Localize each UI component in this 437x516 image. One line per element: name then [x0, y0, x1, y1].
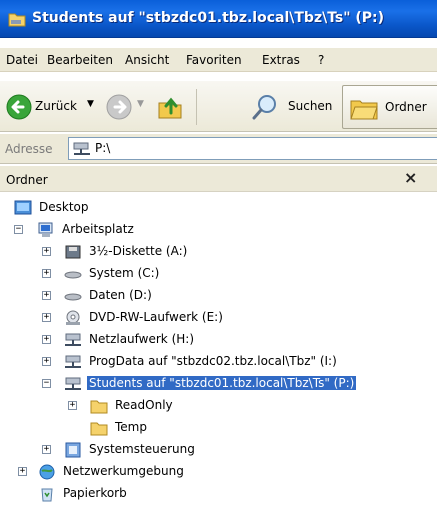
up-folder-icon[interactable]	[156, 91, 184, 123]
forward-arrow-icon[interactable]	[106, 91, 132, 123]
window-title: Students auf "stbzdc01.tbz.local\Tbz\Ts"…	[32, 10, 385, 26]
expand-toggle[interactable]: +	[42, 313, 51, 322]
menu-ansicht[interactable]: Ansicht	[125, 53, 169, 67]
dvd-drive-icon	[66, 310, 80, 325]
address-value: P:\	[95, 141, 111, 155]
network-places-icon	[39, 464, 55, 480]
network-drive-icon	[65, 377, 81, 390]
hard-drive-icon	[64, 293, 82, 301]
address-bar: Adresse P:\	[0, 134, 437, 164]
collapse-toggle[interactable]: −	[42, 379, 51, 388]
tree-item-netzwerkumgebung[interactable]: + Netzwerkumgebung	[0, 461, 250, 483]
menu-favoriten[interactable]: Favoriten	[186, 53, 242, 67]
folder-icon	[90, 400, 108, 414]
menu-help[interactable]: ?	[318, 53, 324, 67]
network-drive-icon	[65, 355, 81, 368]
desktop-icon	[14, 200, 32, 215]
back-button[interactable]: Zurück	[35, 99, 77, 113]
tree-item-readonly[interactable]: + ReadOnly	[0, 395, 250, 417]
search-button[interactable]: Suchen	[288, 99, 332, 113]
folder-icon	[90, 422, 108, 436]
tree-item-progdata[interactable]: + ProgData auf "stbzdc02.tbz.local\Tbz" …	[0, 351, 437, 373]
hard-drive-icon	[64, 271, 82, 279]
network-drive-icon	[65, 333, 81, 346]
toolbar: Zurück ▼ ▼ Suchen Ordner	[0, 80, 437, 132]
folders-pane-title: Ordner	[6, 173, 48, 187]
back-dropdown-icon[interactable]: ▼	[87, 99, 94, 109]
expand-toggle[interactable]: +	[68, 401, 77, 410]
toolbar-separator	[196, 89, 197, 125]
tree-item-system[interactable]: + System (C:)	[0, 263, 250, 285]
address-label: Adresse	[5, 142, 53, 156]
search-icon[interactable]	[250, 91, 280, 123]
menu-bar: Datei Bearbeiten Ansicht Favoriten Extra…	[0, 48, 437, 72]
menu-extras[interactable]: Extras	[262, 53, 300, 67]
tree-item-temp[interactable]: Temp	[0, 417, 250, 439]
tree-item-papierkorb[interactable]: Papierkorb	[0, 483, 250, 505]
expand-toggle[interactable]: +	[42, 247, 51, 256]
tree-item-desktop[interactable]: Desktop	[0, 197, 200, 219]
close-pane-button[interactable]: ×	[404, 168, 417, 187]
network-drive-icon	[73, 142, 90, 155]
tree-item-dvd[interactable]: + DVD-RW-Laufwerk (E:)	[0, 307, 250, 329]
floppy-icon	[65, 245, 81, 259]
folders-pane-header: Ordner ×	[0, 166, 437, 192]
tree-item-daten[interactable]: + Daten (D:)	[0, 285, 250, 307]
control-panel-icon	[65, 442, 81, 458]
title-bar[interactable]: Students auf "stbzdc01.tbz.local\Tbz\Ts"…	[0, 0, 437, 38]
recycle-bin-icon	[41, 488, 53, 502]
tree-item-netzlaufwerk[interactable]: + Netzlaufwerk (H:)	[0, 329, 250, 351]
folders-label: Ordner	[385, 100, 427, 114]
computer-icon	[38, 222, 53, 237]
collapse-toggle[interactable]: −	[14, 225, 23, 234]
tree-item-diskette[interactable]: + 3½-Diskette (A:)	[0, 241, 250, 263]
expand-toggle[interactable]: +	[42, 269, 51, 278]
forward-dropdown-icon[interactable]: ▼	[137, 99, 144, 109]
tree-item-systemsteuerung[interactable]: + Systemsteuerung	[0, 439, 250, 461]
menu-bearbeiten[interactable]: Bearbeiten	[47, 53, 113, 67]
expand-toggle[interactable]: +	[42, 357, 51, 366]
expand-toggle[interactable]: +	[42, 335, 51, 344]
expand-toggle[interactable]: +	[18, 467, 27, 476]
folders-icon	[350, 100, 378, 120]
folder-tree: Desktop − Arbeitsplatz + 3½-Diskette (A:…	[0, 192, 437, 516]
menu-datei[interactable]: Datei	[6, 53, 38, 67]
back-arrow-icon[interactable]	[6, 91, 32, 123]
folders-button[interactable]: Ordner	[342, 85, 437, 129]
network-folder-icon	[8, 13, 26, 27]
address-input[interactable]: P:\	[68, 137, 437, 160]
expand-toggle[interactable]: +	[42, 445, 51, 454]
expand-toggle[interactable]: +	[42, 291, 51, 300]
tree-item-students[interactable]: − Students auf "stbzdc01.tbz.local\Tbz\T…	[0, 373, 437, 395]
tree-item-arbeitsplatz[interactable]: − Arbeitsplatz	[0, 219, 200, 241]
